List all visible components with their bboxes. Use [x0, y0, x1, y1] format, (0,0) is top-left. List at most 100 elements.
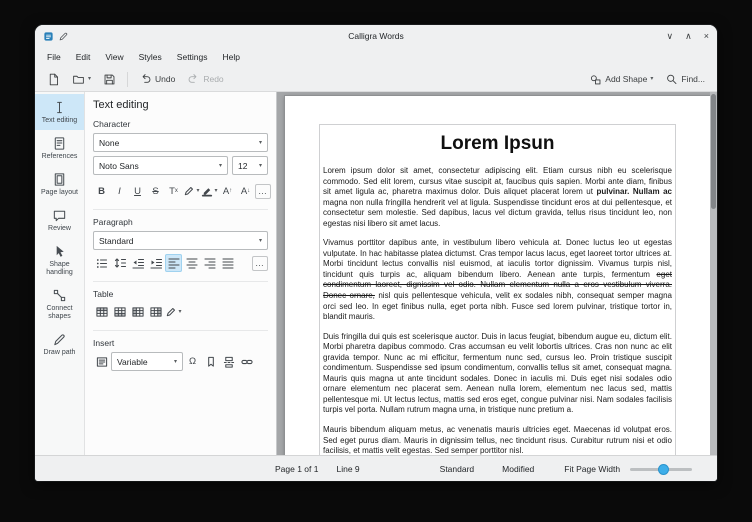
character-buttons-row: B I U S Tx ▾ ▾ A↑	[93, 182, 268, 200]
zoom-slider[interactable]	[630, 462, 692, 476]
variable-combo[interactable]: Variable ▾	[111, 352, 183, 371]
character-more-button[interactable]: …	[255, 184, 271, 199]
menu-file[interactable]: File	[40, 49, 68, 65]
bookmark-icon	[205, 356, 217, 368]
maximize-button[interactable]: ∧	[685, 31, 692, 42]
table-row-above-icon	[96, 306, 108, 318]
close-button[interactable]: ×	[704, 31, 709, 41]
link-icon	[241, 356, 253, 368]
font-size-value: 12	[238, 161, 247, 171]
paragraph-style-value: Standard	[99, 236, 134, 246]
menu-settings[interactable]: Settings	[170, 49, 215, 65]
minimize-button[interactable]: ∨	[667, 31, 674, 42]
highlight-color-button[interactable]: ▾	[201, 182, 218, 200]
document-canvas: Lorem Ipsun Lorem ipsum dolor sit amet, …	[277, 92, 717, 455]
menu-view[interactable]: View	[98, 49, 130, 65]
strikethrough-button[interactable]: S	[147, 182, 164, 200]
arrow-down-icon: ↓	[247, 188, 250, 194]
tool-sidebar: Text editing References Page layout Revi…	[35, 92, 85, 455]
chevron-down-icon: ▾	[219, 163, 222, 169]
menu-edit[interactable]: Edit	[69, 49, 98, 65]
list-bullet-button[interactable]	[93, 254, 110, 272]
menu-help[interactable]: Help	[216, 49, 247, 65]
chevron-down-icon: ▾	[88, 76, 91, 82]
undo-button[interactable]: Undo	[134, 69, 180, 90]
zoom-slider-handle[interactable]	[658, 464, 669, 475]
sidebar-item-connect-shapes[interactable]: Connect shapes	[35, 282, 84, 326]
zoom-mode-selector[interactable]: Fit Page Width	[564, 464, 620, 474]
menu-styles[interactable]: Styles	[132, 49, 169, 65]
table-border-pen-button[interactable]: ▾	[165, 303, 182, 321]
sidebar-item-draw-path[interactable]: Draw path	[35, 326, 84, 362]
shrink-font-button[interactable]: A↓	[237, 182, 254, 200]
align-center-button[interactable]	[183, 254, 200, 272]
save-icon	[103, 73, 116, 86]
paragraph-more-button[interactable]: …	[252, 256, 268, 271]
pencil-icon	[58, 31, 69, 42]
sidebar-item-review[interactable]: Review	[35, 202, 84, 238]
scrollbar-thumb[interactable]	[711, 94, 716, 209]
font-size-combo[interactable]: 12 ▾	[232, 156, 268, 175]
find-label: Find...	[681, 74, 705, 84]
redo-button[interactable]: Redo	[182, 69, 228, 90]
insert-column-right-button[interactable]	[147, 303, 164, 321]
page-indicator[interactable]: Page 1 of 1	[275, 464, 318, 474]
sidebar-item-label: References	[42, 153, 78, 161]
italic-button[interactable]: I	[111, 182, 128, 200]
sidebar-item-shape-handling[interactable]: Shape handling	[35, 238, 84, 282]
add-shape-label: Add Shape	[605, 74, 647, 84]
font-row: Noto Sans ▾ 12 ▾	[93, 156, 268, 179]
insert-page-break-button[interactable]	[220, 353, 237, 371]
toolbar-separator	[127, 72, 128, 87]
style-indicator[interactable]: Standard	[440, 464, 475, 474]
grow-font-button[interactable]: A↑	[219, 182, 236, 200]
indent-more-button[interactable]	[147, 254, 164, 272]
chevron-down-icon: ▾	[259, 238, 262, 244]
open-document-button[interactable]: ▾	[67, 69, 96, 90]
character-style-combo[interactable]: None ▾	[93, 133, 268, 152]
align-right-button[interactable]	[201, 254, 218, 272]
calligra-words-window: Calligra Words ∨ ∧ × File Edit View Styl…	[35, 25, 717, 481]
insert-column-left-button[interactable]	[129, 303, 146, 321]
sidebar-item-text-editing[interactable]: Text editing	[35, 94, 84, 130]
insert-text-frame-button[interactable]	[93, 353, 110, 371]
new-document-button[interactable]	[42, 69, 65, 90]
list-bullet-icon	[96, 257, 108, 269]
main-area: Text editing References Page layout Revi…	[35, 92, 717, 455]
insert-row-below-button[interactable]	[111, 303, 128, 321]
font-family-combo[interactable]: Noto Sans ▾	[93, 156, 228, 175]
line-spacing-button[interactable]	[111, 254, 128, 272]
indent-less-button[interactable]	[129, 254, 146, 272]
text-run: magna non nulla fringilla hendrerit vel …	[323, 198, 672, 228]
align-justify-button[interactable]	[219, 254, 236, 272]
bold-button[interactable]: B	[93, 182, 110, 200]
indent-more-icon	[150, 257, 162, 269]
insert-bookmark-button[interactable]	[202, 353, 219, 371]
insert-link-button[interactable]	[238, 353, 255, 371]
line-spacing-icon	[114, 257, 126, 269]
paragraph-style-combo[interactable]: Standard ▾	[93, 231, 268, 250]
text-color-pen-icon	[183, 185, 195, 197]
special-character-button[interactable]: Ω	[184, 353, 201, 371]
font-family-value: Noto Sans	[99, 161, 139, 171]
underline-button[interactable]: U	[129, 182, 146, 200]
sidebar-item-page-layout[interactable]: Page layout	[35, 166, 84, 202]
text-color-button[interactable]: ▾	[183, 182, 200, 200]
add-shape-button[interactable]: Add Shape ▾	[584, 69, 658, 90]
sidebar-item-references[interactable]: References	[35, 130, 84, 166]
docker-title: Text editing	[93, 99, 268, 111]
undo-icon	[139, 73, 152, 86]
vertical-scrollbar[interactable]	[710, 92, 717, 455]
text-run: Mauris bibendum aliquam metus, ac venena…	[323, 425, 672, 455]
text-run: Vivamus porttitor dapibus ante, in vesti…	[323, 238, 672, 279]
find-button[interactable]: Find...	[660, 69, 710, 90]
align-center-icon	[186, 257, 198, 269]
search-icon	[665, 73, 678, 86]
save-button[interactable]	[98, 69, 121, 90]
undo-label: Undo	[155, 74, 175, 84]
text-run: nisl quis pellentesque vehicula, velit e…	[323, 291, 672, 321]
document-page[interactable]: Lorem Ipsun Lorem ipsum dolor sit amet, …	[284, 95, 711, 455]
superscript-button[interactable]: Tx	[165, 182, 182, 200]
insert-row-above-button[interactable]	[93, 303, 110, 321]
align-left-button[interactable]	[165, 254, 182, 272]
